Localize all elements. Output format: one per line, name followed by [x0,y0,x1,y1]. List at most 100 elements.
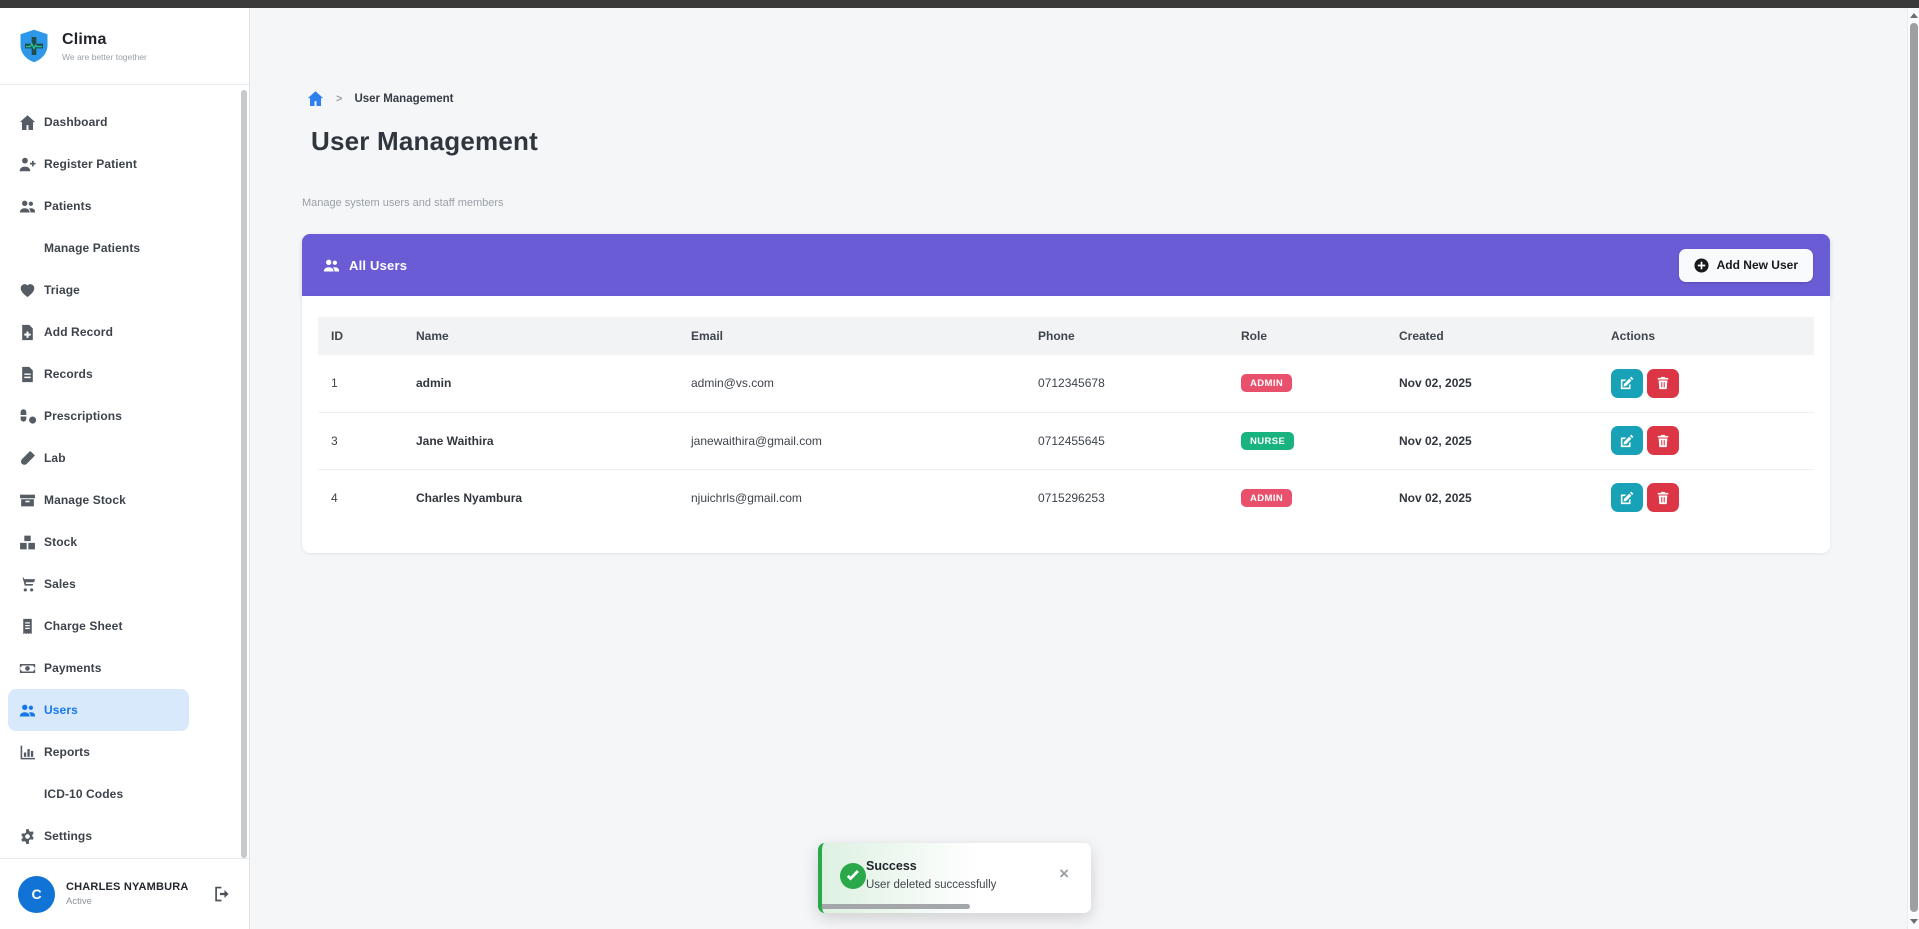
sidebar-item-icd-10-codes[interactable]: ICD-10 Codes [0,773,189,815]
cell-id: 3 [318,412,403,469]
add-new-user-button[interactable]: Add New User [1679,249,1813,282]
sidebar-user-footer: C CHARLES NYAMBURA Active [0,858,249,929]
cart-icon [19,576,36,593]
toast-message: User deleted successfully [866,879,996,891]
cell-created: Nov 02, 2025 [1386,469,1598,526]
clima-shield-logo-icon [16,28,52,64]
cell-actions [1598,412,1814,469]
breadcrumb-separator: > [336,93,342,105]
cell-id: 1 [318,355,403,412]
sidebar-item-lab[interactable]: Lab [0,437,189,479]
column-header-actions: Actions [1598,317,1814,355]
close-icon[interactable]: × [1059,865,1069,882]
avatar: C [18,876,55,913]
edit-user-button[interactable] [1611,369,1643,398]
cell-phone: 0712455645 [1025,412,1228,469]
sidebar-item-manage-stock[interactable]: Manage Stock [0,479,189,521]
sidebar-item-manage-patients[interactable]: Manage Patients [0,227,189,269]
cell-role: ADMIN [1228,355,1386,412]
breadcrumb-current: User Management [354,93,453,105]
sidebar-item-charge-sheet[interactable]: Charge Sheet [0,605,189,647]
sidebar: Clima We are better together Dashboard R… [0,8,250,929]
cell-created: Nov 02, 2025 [1386,412,1598,469]
page-title: User Management [311,126,538,157]
sidebar-item-patients[interactable]: Patients [0,185,189,227]
logout-icon[interactable] [213,885,231,903]
scroll-up-arrow-icon[interactable] [1909,11,1919,21]
sidebar-item-triage[interactable]: Triage [0,269,189,311]
page-scrollbar-thumb[interactable] [1910,23,1918,912]
edit-icon [1620,491,1634,505]
column-header-role: Role [1228,317,1386,355]
toast-progress-bar [822,904,970,909]
app-tagline: We are better together [62,52,147,62]
cell-role: NURSE [1228,412,1386,469]
trash-icon [1656,491,1670,505]
cell-email: admin@vs.com [678,355,1025,412]
home-icon [19,114,36,131]
users-table: ID Name Email Phone Role Created Actions… [318,317,1814,526]
pills-icon [19,408,36,425]
role-badge: NURSE [1241,432,1294,450]
delete-user-button[interactable] [1647,426,1679,455]
column-header-phone: Phone [1025,317,1228,355]
sidebar-item-payments[interactable]: Payments [0,647,189,689]
sidebar-item-settings[interactable]: Settings [0,815,189,857]
breadcrumb: > User Management [307,90,454,107]
toast-title: Success [866,859,917,873]
panel-title: All Users [349,258,407,273]
boxes-icon [19,534,36,551]
box-icon [19,492,36,509]
users-panel: All Users Add New User ID Name Email Pho… [302,234,1830,553]
chart-icon [19,744,36,761]
table-row: 1 admin admin@vs.com 0712345678 ADMIN No… [318,355,1814,412]
page-scrollbar[interactable] [1907,8,1919,929]
users-table-container: ID Name Email Phone Role Created Actions… [302,296,1830,553]
sidebar-item-register-patient[interactable]: Register Patient [0,143,189,185]
sidebar-item-records[interactable]: Records [0,353,189,395]
current-user-status: Active [66,896,189,907]
role-badge: ADMIN [1241,489,1292,507]
sidebar-item-reports[interactable]: Reports [0,731,189,773]
scroll-down-arrow-icon[interactable] [1909,916,1919,926]
users-icon [19,702,36,719]
money-icon [19,660,36,677]
gear-icon [19,828,36,845]
cell-actions [1598,355,1814,412]
edit-user-button[interactable] [1611,426,1643,455]
sidebar-item-prescriptions[interactable]: Prescriptions [0,395,189,437]
receipt-icon [19,618,36,635]
cell-email: njuichrls@gmail.com [678,469,1025,526]
trash-icon [1656,434,1670,448]
heart-icon [19,282,36,299]
sidebar-item-stock[interactable]: Stock [0,521,189,563]
cell-phone: 0712345678 [1025,355,1228,412]
delete-user-button[interactable] [1647,369,1679,398]
edit-icon [1620,434,1634,448]
sidebar-item-dashboard[interactable]: Dashboard [0,101,189,143]
users-icon [323,257,340,274]
edit-user-button[interactable] [1611,483,1643,512]
delete-user-button[interactable] [1647,483,1679,512]
file-icon [19,366,36,383]
sidebar-item-sales[interactable]: Sales [0,563,189,605]
vial-icon [19,450,36,467]
current-user-name: CHARLES NYAMBURA [66,881,189,893]
sidebar-menu: Dashboard Register Patient Patients Mana… [0,85,249,857]
sidebar-item-add-record[interactable]: Add Record [0,311,189,353]
sidebar-scrollbar-thumb[interactable] [241,90,247,858]
edit-icon [1620,376,1634,390]
app-name: Clima [62,31,147,49]
cell-role: ADMIN [1228,469,1386,526]
add-new-user-label: Add New User [1717,258,1798,272]
table-row: 4 Charles Nyambura njuichrls@gmail.com 0… [318,469,1814,526]
cell-name: admin [403,355,678,412]
page-subtitle: Manage system users and staff members [302,197,504,209]
user-plus-icon [19,156,36,173]
home-icon[interactable] [307,90,324,107]
cell-name: Jane Waithira [403,412,678,469]
sidebar-item-users[interactable]: Users [8,689,189,731]
plus-circle-icon [1694,258,1709,273]
table-row: 3 Jane Waithira janewaithira@gmail.com 0… [318,412,1814,469]
top-black-bar [0,0,1919,8]
